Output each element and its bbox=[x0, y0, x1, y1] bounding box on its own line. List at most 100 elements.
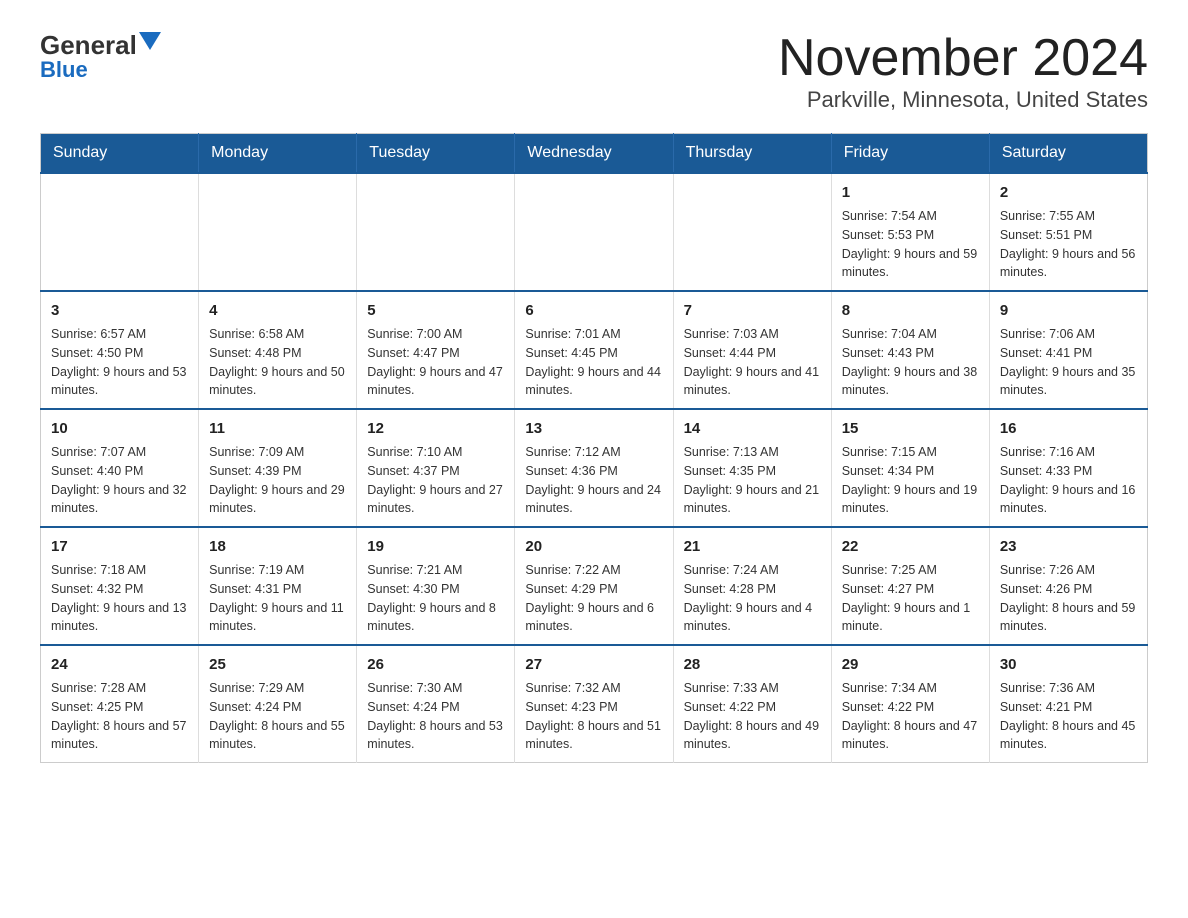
day-number: 7 bbox=[684, 300, 821, 321]
day-number: 1 bbox=[842, 182, 979, 203]
day-info: Sunrise: 7:26 AM Sunset: 4:26 PM Dayligh… bbox=[1000, 563, 1136, 633]
day-info: Sunrise: 7:00 AM Sunset: 4:47 PM Dayligh… bbox=[367, 327, 503, 397]
day-number: 10 bbox=[51, 418, 188, 439]
day-info: Sunrise: 7:34 AM Sunset: 4:22 PM Dayligh… bbox=[842, 681, 978, 751]
calendar-cell: 24 Sunrise: 7:28 AM Sunset: 4:25 PM Dayli… bbox=[41, 645, 199, 763]
calendar-cell: 4Sunrise: 6:58 AM Sunset: 4:48 PM Daylig… bbox=[199, 291, 357, 409]
calendar-week-row: 24 Sunrise: 7:28 AM Sunset: 4:25 PM Dayli… bbox=[41, 645, 1148, 763]
day-number: 27 bbox=[525, 654, 662, 675]
title-block: November 2024 Parkville, Minnesota, Unit… bbox=[778, 30, 1148, 113]
calendar-header-tuesday: Tuesday bbox=[357, 134, 515, 174]
day-info: Sunrise: 7:36 AM Sunset: 4:21 PM Dayligh… bbox=[1000, 681, 1136, 751]
day-info: Sunrise: 6:57 AM Sunset: 4:50 PM Dayligh… bbox=[51, 327, 187, 397]
calendar-cell: 7 Sunrise: 7:03 AM Sunset: 4:44 PM Daylig… bbox=[673, 291, 831, 409]
calendar-cell: 27 Sunrise: 7:32 AM Sunset: 4:23 PM Dayli… bbox=[515, 645, 673, 763]
day-info: Sunrise: 7:07 AM Sunset: 4:40 PM Dayligh… bbox=[51, 445, 187, 515]
calendar-cell bbox=[357, 173, 515, 291]
day-number: 17 bbox=[51, 536, 188, 557]
day-number: 13 bbox=[525, 418, 662, 439]
day-number: 28 bbox=[684, 654, 821, 675]
day-info: Sunrise: 7:24 AM Sunset: 4:28 PM Dayligh… bbox=[684, 563, 813, 633]
calendar-cell: 6 Sunrise: 7:01 AM Sunset: 4:45 PM Daylig… bbox=[515, 291, 673, 409]
day-number: 29 bbox=[842, 654, 979, 675]
calendar-cell: 17 Sunrise: 7:18 AM Sunset: 4:32 PM Dayli… bbox=[41, 527, 199, 645]
day-info: Sunrise: 7:10 AM Sunset: 4:37 PM Dayligh… bbox=[367, 445, 503, 515]
day-number: 19 bbox=[367, 536, 504, 557]
calendar-cell bbox=[515, 173, 673, 291]
day-number: 11 bbox=[209, 418, 346, 439]
day-number: 8 bbox=[842, 300, 979, 321]
day-info: Sunrise: 7:32 AM Sunset: 4:23 PM Dayligh… bbox=[525, 681, 661, 751]
day-number: 25 bbox=[209, 654, 346, 675]
calendar-week-row: 3 Sunrise: 6:57 AM Sunset: 4:50 PM Daylig… bbox=[41, 291, 1148, 409]
calendar-cell: 28 Sunrise: 7:33 AM Sunset: 4:22 PM Dayli… bbox=[673, 645, 831, 763]
day-info: Sunrise: 7:18 AM Sunset: 4:32 PM Dayligh… bbox=[51, 563, 187, 633]
calendar-header-row: SundayMondayTuesdayWednesdayThursdayFrid… bbox=[41, 134, 1148, 174]
calendar-cell: 3 Sunrise: 6:57 AM Sunset: 4:50 PM Daylig… bbox=[41, 291, 199, 409]
calendar-cell bbox=[673, 173, 831, 291]
day-number: 4 bbox=[209, 300, 346, 321]
calendar-cell: 14 Sunrise: 7:13 AM Sunset: 4:35 PM Dayli… bbox=[673, 409, 831, 527]
day-number: 3 bbox=[51, 300, 188, 321]
calendar-cell: 19 Sunrise: 7:21 AM Sunset: 4:30 PM Dayli… bbox=[357, 527, 515, 645]
day-info: Sunrise: 7:29 AM Sunset: 4:24 PM Dayligh… bbox=[209, 681, 345, 751]
calendar-cell: 16Sunrise: 7:16 AM Sunset: 4:33 PM Dayli… bbox=[989, 409, 1147, 527]
calendar-header-monday: Monday bbox=[199, 134, 357, 174]
calendar-cell: 18 Sunrise: 7:19 AM Sunset: 4:31 PM Dayli… bbox=[199, 527, 357, 645]
day-info: Sunrise: 7:15 AM Sunset: 4:34 PM Dayligh… bbox=[842, 445, 978, 515]
page-subtitle: Parkville, Minnesota, United States bbox=[778, 87, 1148, 113]
day-number: 14 bbox=[684, 418, 821, 439]
day-number: 12 bbox=[367, 418, 504, 439]
calendar-week-row: 10 Sunrise: 7:07 AM Sunset: 4:40 PM Dayli… bbox=[41, 409, 1148, 527]
day-info: Sunrise: 7:19 AM Sunset: 4:31 PM Dayligh… bbox=[209, 563, 344, 633]
calendar-cell: 21 Sunrise: 7:24 AM Sunset: 4:28 PM Dayli… bbox=[673, 527, 831, 645]
calendar-cell: 5 Sunrise: 7:00 AM Sunset: 4:47 PM Daylig… bbox=[357, 291, 515, 409]
calendar-cell: 10 Sunrise: 7:07 AM Sunset: 4:40 PM Dayli… bbox=[41, 409, 199, 527]
day-number: 26 bbox=[367, 654, 504, 675]
day-info: Sunrise: 7:03 AM Sunset: 4:44 PM Dayligh… bbox=[684, 327, 820, 397]
calendar-cell: 25 Sunrise: 7:29 AM Sunset: 4:24 PM Dayli… bbox=[199, 645, 357, 763]
day-info: Sunrise: 7:13 AM Sunset: 4:35 PM Dayligh… bbox=[684, 445, 820, 515]
calendar-table: SundayMondayTuesdayWednesdayThursdayFrid… bbox=[40, 133, 1148, 763]
day-info: Sunrise: 7:22 AM Sunset: 4:29 PM Dayligh… bbox=[525, 563, 654, 633]
day-number: 23 bbox=[1000, 536, 1137, 557]
calendar-cell: 13Sunrise: 7:12 AM Sunset: 4:36 PM Dayli… bbox=[515, 409, 673, 527]
page-title: November 2024 bbox=[778, 30, 1148, 87]
day-info: Sunrise: 7:33 AM Sunset: 4:22 PM Dayligh… bbox=[684, 681, 820, 751]
day-number: 2 bbox=[1000, 182, 1137, 203]
calendar-cell: 23 Sunrise: 7:26 AM Sunset: 4:26 PM Dayli… bbox=[989, 527, 1147, 645]
logo-blue-text: Blue bbox=[40, 57, 88, 82]
calendar-cell: 11 Sunrise: 7:09 AM Sunset: 4:39 PM Dayli… bbox=[199, 409, 357, 527]
day-info: Sunrise: 7:01 AM Sunset: 4:45 PM Dayligh… bbox=[525, 327, 661, 397]
day-info: Sunrise: 7:16 AM Sunset: 4:33 PM Dayligh… bbox=[1000, 445, 1136, 515]
calendar-header-wednesday: Wednesday bbox=[515, 134, 673, 174]
day-info: Sunrise: 7:28 AM Sunset: 4:25 PM Dayligh… bbox=[51, 681, 187, 751]
calendar-cell: 29 Sunrise: 7:34 AM Sunset: 4:22 PM Dayli… bbox=[831, 645, 989, 763]
day-info: Sunrise: 7:25 AM Sunset: 4:27 PM Dayligh… bbox=[842, 563, 971, 633]
day-info: Sunrise: 7:21 AM Sunset: 4:30 PM Dayligh… bbox=[367, 563, 496, 633]
calendar-cell: 9Sunrise: 7:06 AM Sunset: 4:41 PM Daylig… bbox=[989, 291, 1147, 409]
day-number: 30 bbox=[1000, 654, 1137, 675]
day-number: 24 bbox=[51, 654, 188, 675]
calendar-cell: 8Sunrise: 7:04 AM Sunset: 4:43 PM Daylig… bbox=[831, 291, 989, 409]
logo-arrow-icon bbox=[139, 32, 161, 50]
calendar-header-thursday: Thursday bbox=[673, 134, 831, 174]
calendar-cell: 22 Sunrise: 7:25 AM Sunset: 4:27 PM Dayli… bbox=[831, 527, 989, 645]
day-number: 21 bbox=[684, 536, 821, 557]
logo: General Blue bbox=[40, 30, 161, 83]
day-number: 6 bbox=[525, 300, 662, 321]
day-info: Sunrise: 7:09 AM Sunset: 4:39 PM Dayligh… bbox=[209, 445, 345, 515]
day-number: 20 bbox=[525, 536, 662, 557]
calendar-header-friday: Friday bbox=[831, 134, 989, 174]
day-info: Sunrise: 7:55 AM Sunset: 5:51 PM Dayligh… bbox=[1000, 209, 1136, 279]
calendar-header-sunday: Sunday bbox=[41, 134, 199, 174]
day-info: Sunrise: 7:30 AM Sunset: 4:24 PM Dayligh… bbox=[367, 681, 503, 751]
day-number: 22 bbox=[842, 536, 979, 557]
calendar-cell bbox=[41, 173, 199, 291]
day-info: Sunrise: 7:06 AM Sunset: 4:41 PM Dayligh… bbox=[1000, 327, 1136, 397]
day-number: 5 bbox=[367, 300, 504, 321]
calendar-week-row: 17 Sunrise: 7:18 AM Sunset: 4:32 PM Dayli… bbox=[41, 527, 1148, 645]
calendar-cell: 15Sunrise: 7:15 AM Sunset: 4:34 PM Dayli… bbox=[831, 409, 989, 527]
day-number: 18 bbox=[209, 536, 346, 557]
calendar-cell: 26 Sunrise: 7:30 AM Sunset: 4:24 PM Dayli… bbox=[357, 645, 515, 763]
